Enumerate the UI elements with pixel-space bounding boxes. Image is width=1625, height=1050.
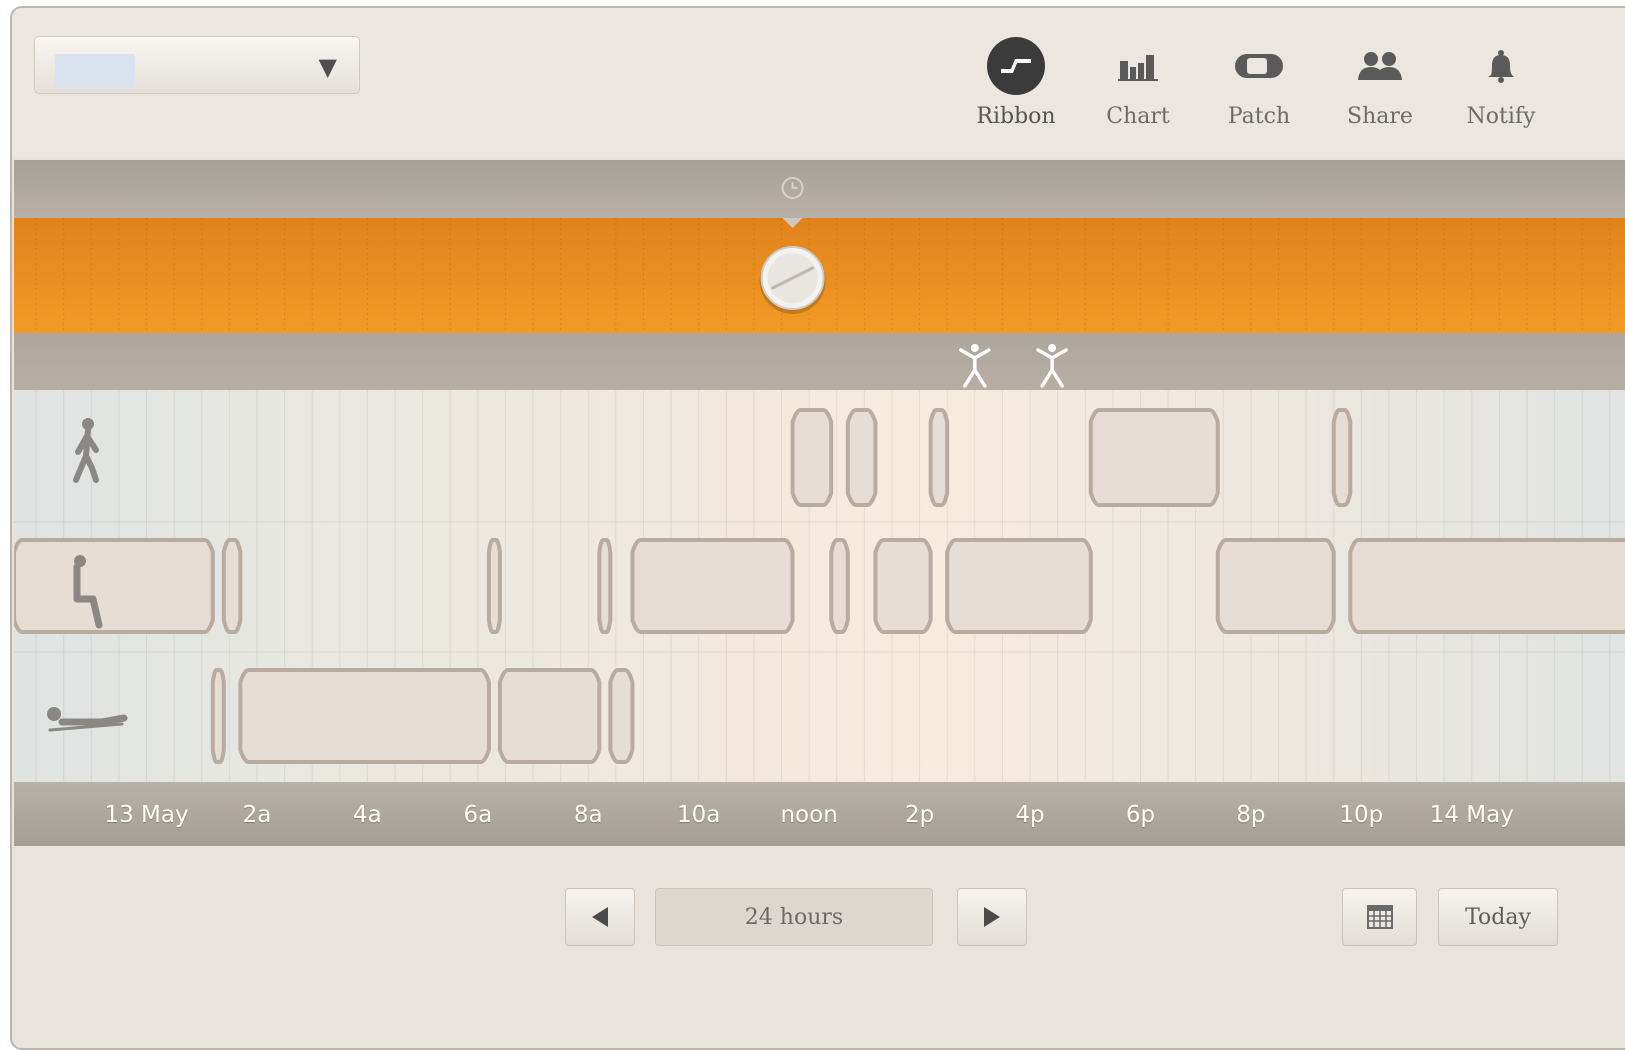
posture-segment-lying: [238, 668, 491, 764]
posture-segment-sitting: [486, 538, 502, 634]
nav-ribbon[interactable]: Ribbon: [966, 34, 1066, 129]
bar-chart-icon: [1088, 34, 1188, 98]
triangle-right-icon: [984, 907, 1000, 927]
nav-chart-label: Chart: [1106, 104, 1170, 129]
ribbon-timeline: 13 May 2a 4a 6a 8a 10a noon 2p 4p 6p 8p …: [14, 160, 1625, 848]
posture-segment-sitting: [221, 538, 243, 634]
timeline-svg: [14, 177, 1625, 782]
posture-segment-walking: [928, 408, 950, 507]
exercise-figure-icon: [1036, 344, 1068, 388]
time-axis-label: 6a: [463, 802, 493, 828]
triangle-down-icon: ▼: [318, 53, 337, 81]
time-range-display[interactable]: 24 hours: [655, 888, 933, 946]
time-axis-label: noon: [780, 802, 838, 828]
marker-pointer: [782, 218, 803, 228]
posture-segment-sitting: [829, 538, 850, 634]
nav-notify-label: Notify: [1466, 104, 1536, 129]
time-axis-label: 10a: [677, 802, 721, 828]
bell-icon: [1451, 34, 1551, 98]
app-window: ▼ Ribbon Chart Patch Share Notify 13 May…: [10, 6, 1625, 1050]
posture-segment-sitting: [14, 538, 215, 634]
time-axis-label: 14 May: [1429, 802, 1514, 828]
patient-selector-dropdown[interactable]: ▼: [34, 36, 360, 94]
posture-segment-lying: [608, 668, 635, 764]
time-axis-label: 4a: [353, 802, 382, 828]
time-axis-label: 4p: [1015, 802, 1045, 828]
posture-segment-walking: [845, 408, 878, 507]
posture-segment-sitting: [873, 538, 933, 634]
time-axis-label: 13 May: [104, 802, 189, 828]
header: ▼ Ribbon Chart Patch Share Notify: [12, 8, 1625, 158]
time-axis-label: 8p: [1236, 802, 1266, 828]
exercise-figure-icon: [959, 344, 991, 388]
triangle-left-icon: [592, 907, 608, 927]
clock-icon: [781, 177, 804, 199]
time-axis-label: 6p: [1125, 802, 1156, 828]
posture-segment-sitting: [945, 538, 1093, 634]
selector-value: [55, 54, 135, 88]
posture-activity-shape: [14, 408, 1625, 764]
nav-share-label: Share: [1347, 104, 1413, 129]
lying-icon: [47, 707, 128, 732]
calendar-button[interactable]: [1342, 888, 1417, 946]
nav-notify[interactable]: Notify: [1451, 34, 1551, 129]
posture-segment-sitting: [597, 538, 613, 634]
nav-share[interactable]: Share: [1330, 34, 1430, 129]
walking-icon: [73, 418, 99, 483]
ribbon-icon: [966, 34, 1066, 98]
nav-chart[interactable]: Chart: [1088, 34, 1188, 129]
previous-period-button[interactable]: [565, 888, 635, 946]
posture-segment-walking: [1088, 408, 1220, 507]
posture-segment-sitting: [630, 538, 795, 634]
patch-icon: [1209, 34, 1309, 98]
nav-patch[interactable]: Patch: [1209, 34, 1309, 129]
posture-segment-lying: [210, 668, 226, 764]
time-axis-label: 8a: [573, 802, 603, 828]
posture-segment-walking: [1331, 408, 1353, 507]
today-button[interactable]: Today: [1438, 888, 1558, 946]
posture-segment-lying: [497, 668, 602, 764]
posture-segment-sitting: [1215, 538, 1336, 634]
posture-segment-sitting: [1348, 538, 1625, 634]
next-period-button[interactable]: [957, 888, 1027, 946]
posture-segment-walking: [790, 408, 834, 507]
nav-patch-label: Patch: [1227, 104, 1291, 129]
nav-ribbon-label: Ribbon: [976, 104, 1056, 129]
time-axis-label: 10p: [1339, 802, 1384, 828]
people-icon: [1330, 34, 1430, 98]
time-axis-label: 2p: [904, 802, 935, 828]
calendar-icon: [1366, 905, 1393, 929]
time-axis-label: 2a: [242, 802, 272, 828]
medication-pill-icon[interactable]: [759, 246, 826, 314]
event-markers: [759, 177, 1068, 388]
